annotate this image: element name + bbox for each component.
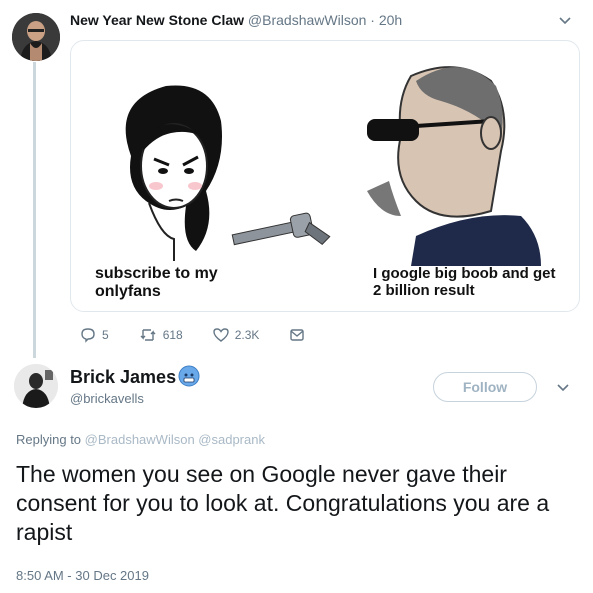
follow-button[interactable]: Follow	[433, 372, 537, 402]
retweet-count: 618	[162, 328, 183, 342]
retweet-icon	[140, 329, 156, 341]
tweet-actions: 5 618 2.3K	[80, 327, 335, 343]
avatar[interactable]	[12, 13, 60, 61]
tweet-media[interactable]: subscribe to my onlyfans I google big bo…	[70, 40, 580, 312]
heart-icon	[213, 328, 229, 342]
chevron-down-icon[interactable]	[556, 380, 570, 399]
avatar[interactable]	[14, 364, 58, 408]
reply-icon	[81, 328, 95, 343]
avatar-image	[14, 364, 58, 408]
tweet-text: The women you see on Google never gave t…	[16, 461, 550, 545]
avatar-image	[12, 13, 60, 61]
replying-prefix: Replying to	[16, 432, 82, 447]
replying-to: Replying to @BradshawWilson @sadprank	[16, 432, 265, 447]
meme-left-caption: subscribe to my onlyfans	[95, 265, 218, 300]
display-name[interactable]: Brick James	[70, 367, 176, 388]
reply-count: 5	[102, 328, 109, 342]
display-name-text: Brick James	[70, 367, 177, 387]
user-handle[interactable]: @brickavells	[70, 391, 144, 406]
replying-to-handles[interactable]: @BradshawWilson @sadprank	[85, 432, 265, 447]
emoji-face-icon	[178, 365, 200, 392]
thread-line	[33, 62, 36, 358]
separator: ·	[370, 12, 375, 28]
tweet-timestamp[interactable]: 8:50 AM - 30 Dec 2019	[16, 568, 149, 583]
display-name[interactable]: New Year New Stone Claw	[70, 12, 244, 28]
dm-button[interactable]	[289, 327, 305, 343]
tweet-time[interactable]: 20h	[379, 12, 402, 28]
meme-right-caption: I google big boob and get 2 billion resu…	[373, 265, 556, 299]
like-count: 2.3K	[234, 328, 260, 342]
mail-icon	[290, 329, 305, 341]
like-button[interactable]: 2.3K	[213, 327, 260, 343]
tweet-header: New Year New Stone Claw @BradshawWilson …	[70, 12, 402, 28]
reply-button[interactable]: 5	[80, 327, 109, 343]
chevron-down-icon[interactable]	[558, 13, 572, 30]
retweet-button[interactable]: 618	[139, 327, 183, 343]
user-handle[interactable]: @BradshawWilson	[248, 12, 366, 28]
